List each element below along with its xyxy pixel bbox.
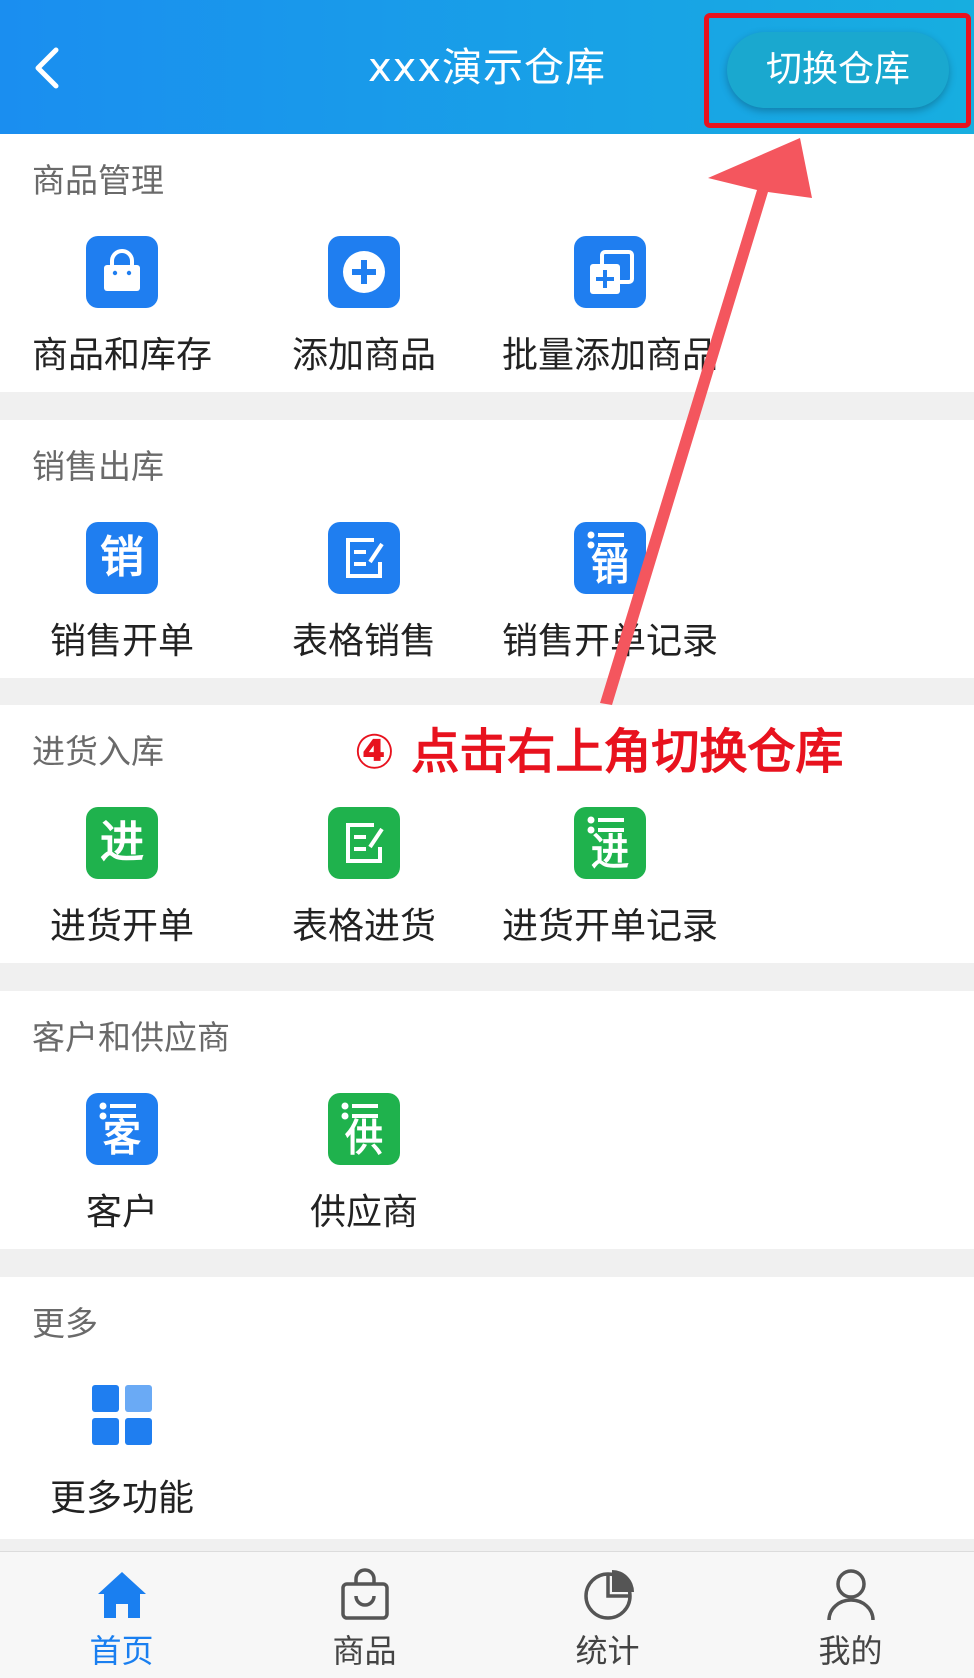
menu-item-purchase-records[interactable]: 进 进货开单记录 bbox=[490, 807, 730, 949]
sales-glyph-icon: 销 bbox=[86, 522, 158, 594]
tab-products[interactable]: 商品 bbox=[243, 1552, 486, 1678]
menu-item-label: 表格进货 bbox=[291, 906, 436, 947]
menu-item-label: 客户 bbox=[85, 1192, 158, 1233]
tab-label: 我的 bbox=[818, 1632, 883, 1670]
menu-item-label: 商品和库存 bbox=[31, 335, 212, 376]
menu-item-more-features[interactable]: 更多功能 bbox=[2, 1379, 242, 1521]
customer-glyph: 客 bbox=[102, 1116, 141, 1160]
shopping-bag-icon bbox=[86, 236, 158, 308]
grid-icon bbox=[86, 1379, 158, 1451]
menu-item-label: 进货开单记录 bbox=[501, 906, 718, 947]
pie-chart-icon bbox=[584, 1570, 634, 1620]
menu-item-label: 表格销售 bbox=[291, 621, 436, 662]
annotation-highlight-box bbox=[704, 13, 971, 128]
supplier-glyph: 供 bbox=[344, 1116, 383, 1160]
section-title: 销售出库 bbox=[32, 447, 164, 486]
tab-statistics[interactable]: 统计 bbox=[486, 1552, 729, 1678]
edit-sheet-icon bbox=[328, 807, 400, 879]
purchase-record-icon: 进 bbox=[574, 807, 646, 879]
supplier-icon: 供 bbox=[328, 1093, 400, 1165]
tab-label: 首页 bbox=[89, 1632, 154, 1670]
menu-item-label: 进货开单 bbox=[49, 906, 194, 947]
menu-item-label: 批量添加商品 bbox=[501, 335, 718, 376]
menu-item-customers[interactable]: 客 客户 bbox=[2, 1093, 242, 1235]
menu-item-label: 销售开单记录 bbox=[501, 621, 718, 662]
section-customers-suppliers: 客户和供应商 客 客户 供 供应商 bbox=[0, 991, 974, 1249]
menu-item-label: 供应商 bbox=[309, 1192, 418, 1233]
sales-record-glyph: 销 bbox=[590, 545, 629, 589]
bag-icon bbox=[341, 1568, 389, 1620]
tab-label: 统计 bbox=[575, 1632, 640, 1670]
tab-profile[interactable]: 我的 bbox=[729, 1552, 972, 1678]
tab-label: 商品 bbox=[332, 1632, 397, 1670]
menu-item-label: 更多功能 bbox=[49, 1478, 194, 1519]
menu-item-sheet-sales[interactable]: 表格销售 bbox=[244, 522, 484, 664]
batch-add-icon bbox=[574, 236, 646, 308]
menu-item-suppliers[interactable]: 供 供应商 bbox=[244, 1093, 484, 1235]
section-product-management: 商品管理 商品和库存 添加商品 批量添加商品 bbox=[0, 134, 974, 392]
menu-item-products-inventory[interactable]: 商品和库存 bbox=[2, 236, 242, 378]
menu-item-purchase-order[interactable]: 进 进货开单 bbox=[2, 807, 242, 949]
menu-item-batch-add-product[interactable]: 批量添加商品 bbox=[490, 236, 730, 378]
section-title: 进货入库 bbox=[32, 732, 164, 771]
section-title: 商品管理 bbox=[32, 161, 164, 200]
section-title: 更多 bbox=[32, 1304, 98, 1343]
section-title: 客户和供应商 bbox=[32, 1018, 230, 1057]
purchase-record-glyph: 进 bbox=[590, 830, 629, 874]
annotation-text: ④ 点击右上角切换仓库 bbox=[354, 724, 844, 780]
menu-item-sales-order[interactable]: 销 销售开单 bbox=[2, 522, 242, 664]
menu-item-label: 销售开单 bbox=[49, 621, 194, 662]
home-icon bbox=[98, 1572, 146, 1618]
section-more: 更多 更多功能 bbox=[0, 1277, 974, 1539]
customer-icon: 客 bbox=[86, 1093, 158, 1165]
user-icon bbox=[827, 1569, 875, 1621]
purchase-glyph-icon: 进 bbox=[86, 807, 158, 879]
edit-sheet-icon bbox=[328, 522, 400, 594]
add-circle-icon bbox=[328, 236, 400, 308]
menu-item-sales-records[interactable]: 销 销售开单记录 bbox=[490, 522, 730, 664]
sales-record-icon: 销 bbox=[574, 522, 646, 594]
menu-item-sheet-purchase[interactable]: 表格进货 bbox=[244, 807, 484, 949]
menu-item-add-product[interactable]: 添加商品 bbox=[244, 236, 484, 378]
bottom-tab-bar: 首页 商品 统计 我的 bbox=[0, 1551, 974, 1678]
tab-home[interactable]: 首页 bbox=[0, 1552, 243, 1678]
section-sales-outbound: 销售出库 销 销售开单 表格销售 销 销售开单记录 bbox=[0, 420, 974, 678]
menu-item-label: 添加商品 bbox=[291, 335, 436, 376]
